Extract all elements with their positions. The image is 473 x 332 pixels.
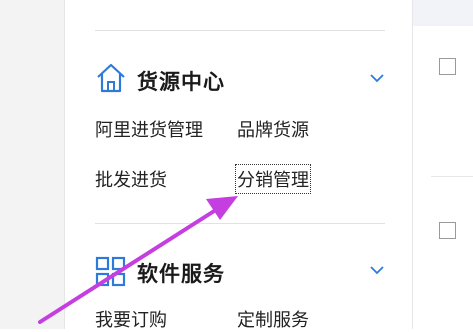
menu-divider xyxy=(95,223,385,224)
row-checkbox[interactable] xyxy=(439,222,456,239)
link-wholesale-purchase[interactable]: 批发进货 xyxy=(95,166,167,192)
left-nav-strip xyxy=(0,0,64,329)
home-icon xyxy=(97,63,125,93)
link-order-now[interactable]: 我要订购 xyxy=(95,306,167,332)
section-title-software-services[interactable]: 软件服务 xyxy=(137,258,225,288)
grid-icon xyxy=(95,256,126,287)
section-title-source-center[interactable]: 货源中心 xyxy=(137,66,225,96)
link-custom-service[interactable]: 定制服务 xyxy=(237,306,309,332)
row-checkbox[interactable] xyxy=(439,58,456,75)
chevron-down-icon[interactable] xyxy=(370,263,384,277)
table-header-bar xyxy=(413,0,473,26)
side-menu-panel: 货源中心 阿里进货管理 品牌货源 批发进货 分销管理 软件服务 我要订购 定制服… xyxy=(65,0,412,332)
menu-divider xyxy=(95,30,385,31)
link-ali-purchase-management[interactable]: 阿里进货管理 xyxy=(95,116,203,142)
link-brand-sources[interactable]: 品牌货源 xyxy=(237,116,309,142)
chevron-down-icon[interactable] xyxy=(370,71,384,85)
row-divider xyxy=(431,176,473,177)
right-content-column xyxy=(412,0,473,329)
link-distribution-management[interactable]: 分销管理 xyxy=(235,164,311,194)
previous-section-link-partial[interactable] xyxy=(95,0,167,13)
